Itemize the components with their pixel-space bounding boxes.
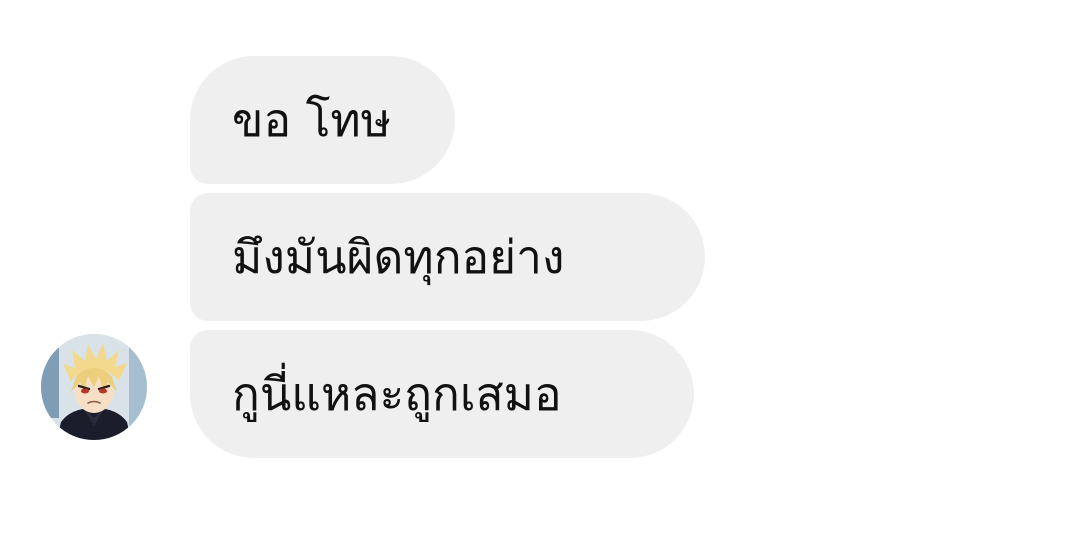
message-text: มึงมันผิดทุกอย่าง [232,230,565,284]
message-bubble[interactable]: ขอ โทษ [190,56,455,184]
avatar[interactable] [41,334,147,440]
message-text: ขอ โทษ [232,93,392,147]
anime-character-avatar-icon [41,334,147,440]
message-bubble[interactable]: มึงมันผิดทุกอย่าง [190,193,705,321]
message-text: กูนี่แหละถูกเสมอ [232,367,562,421]
chat-thread: ขอ โทษ มึงมันผิดทุกอย่าง กูนี่แหละถูกเสม… [0,0,1079,535]
message-bubble[interactable]: กูนี่แหละถูกเสมอ [190,330,694,458]
